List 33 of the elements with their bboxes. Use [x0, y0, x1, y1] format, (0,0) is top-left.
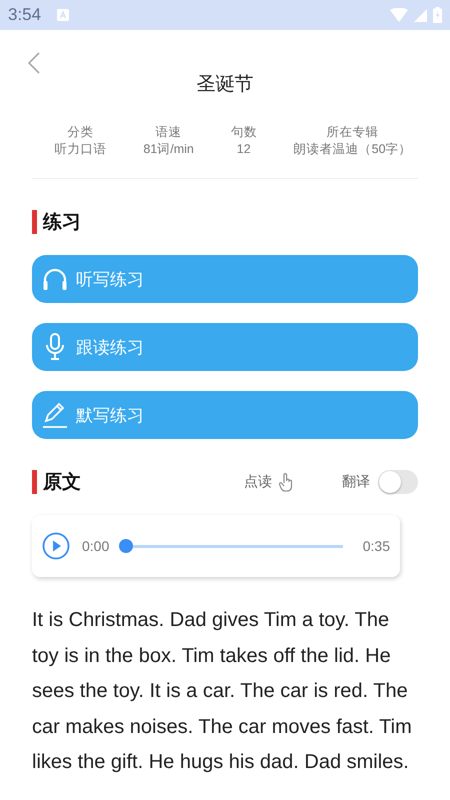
translate-label: 翻译: [342, 473, 370, 491]
status-time: 3:54: [8, 5, 42, 25]
wifi-icon: [390, 8, 408, 22]
stat-label: 句数: [230, 124, 257, 141]
elapsed-time: 0:00: [82, 538, 110, 554]
stat-value: 81词/min: [143, 141, 194, 158]
signal-icon: [414, 8, 427, 22]
story-text: It is Christmas. Dad gives Tim a toy. The toy is in the box. Tim takes off the lid. He sees the toy. It is a car. The car is red. The car makes noises. The car moves fast. Tim likes the gift. He hugs his dad. Dad smiles.: [32, 608, 413, 775]
practice-button[interactable]: 默写练习: [32, 391, 418, 439]
section-heading: 原文: [43, 470, 81, 495]
translate-toggle[interactable]: [378, 470, 418, 494]
read-aloud-label[interactable]: 点读: [244, 473, 272, 491]
section-heading: 练习: [43, 211, 81, 235]
progress-thumb[interactable]: [119, 539, 134, 553]
section-marker: [32, 210, 37, 234]
back-icon[interactable]: [28, 52, 40, 74]
pencil-icon: [42, 402, 68, 428]
stat-label: 所在专辑: [326, 124, 379, 141]
page-title: 圣诞节: [196, 73, 254, 97]
pointing-hand-icon[interactable]: [278, 472, 294, 492]
notification-icon: [57, 9, 70, 21]
total-time: 0:35: [362, 538, 390, 554]
stat-value: 听力口语: [54, 141, 106, 158]
stat-value: 12: [236, 141, 251, 158]
battery-icon: [433, 7, 442, 23]
play-icon[interactable]: [42, 532, 70, 560]
headphones-icon: [42, 267, 68, 291]
stat-label: 分类: [67, 124, 94, 141]
practice-button[interactable]: 跟读练习: [32, 323, 418, 371]
practice-button[interactable]: 听写练习: [32, 255, 418, 303]
stat-label: 语速: [156, 124, 182, 141]
section-marker: [32, 470, 37, 494]
stat-value: 朗读者温迪（50字）: [294, 141, 412, 158]
